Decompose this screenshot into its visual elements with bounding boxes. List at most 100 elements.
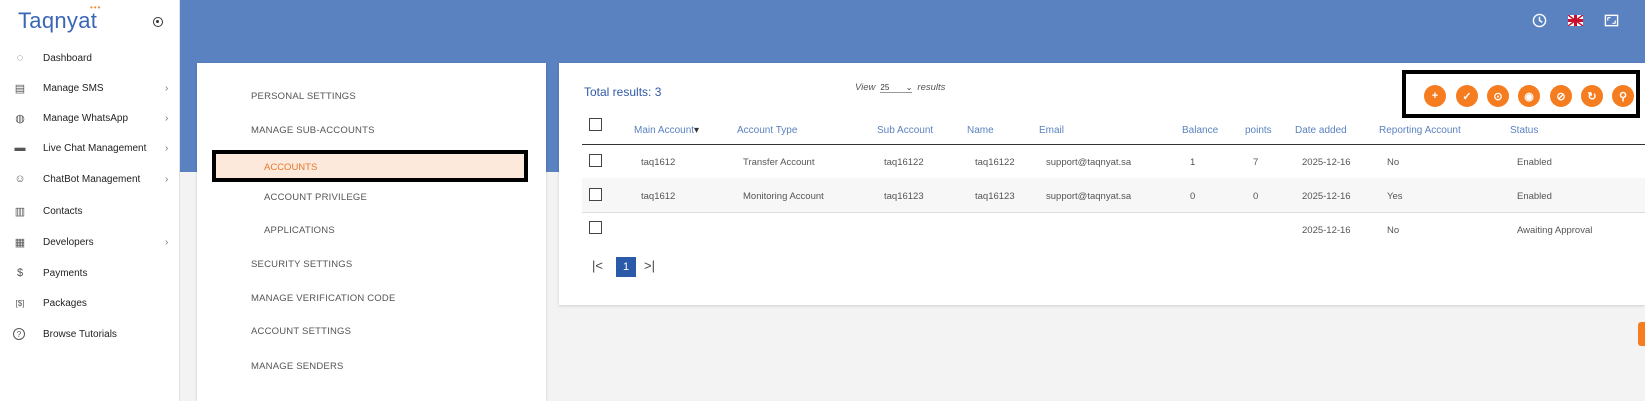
header-account-type[interactable]: Account Type xyxy=(737,125,797,136)
cell-status: Awaiting Approval xyxy=(1517,225,1593,236)
fullscreen-icon[interactable] xyxy=(1603,12,1619,28)
cell-name: taq16123 xyxy=(975,191,1015,202)
logo-dots: ••• xyxy=(90,3,102,12)
menu-verification-code[interactable]: MANAGE VERIFICATION CODE xyxy=(251,293,396,304)
cell-name: taq16122 xyxy=(975,157,1015,168)
cell-main-account: taq1612 xyxy=(641,157,676,168)
menu-accounts-active[interactable]: ACCOUNTS xyxy=(212,150,528,182)
chevron-right-icon: › xyxy=(165,142,169,154)
refresh-button[interactable]: ↻ xyxy=(1581,85,1603,107)
taqnyat-logo[interactable]: Taqnyat xyxy=(18,8,97,34)
last-page-button[interactable]: >| xyxy=(644,258,655,273)
pin-sidebar-icon[interactable] xyxy=(153,17,163,27)
page-1-button[interactable]: 1 xyxy=(616,257,636,277)
sidebar-item-label: Developers xyxy=(43,236,94,248)
developers-icon: ▦ xyxy=(14,236,26,249)
sidebar-item-chatbot[interactable]: ☺ ChatBot Management › xyxy=(0,168,180,190)
header-status[interactable]: Status xyxy=(1510,125,1538,136)
sidebar-item-label: Payments xyxy=(43,267,88,279)
dollar-icon: $ xyxy=(16,267,24,279)
header-name[interactable]: Name xyxy=(967,125,994,136)
header-points[interactable]: points xyxy=(1245,125,1272,136)
settings-panel xyxy=(197,63,546,401)
cell-sub-account: taq16122 xyxy=(884,157,924,168)
header-sub-account[interactable]: Sub Account xyxy=(877,125,933,136)
clock-icon[interactable] xyxy=(1531,12,1547,28)
menu-account-privilege[interactable]: ACCOUNT PRIVILEGE xyxy=(264,192,367,203)
refresh-icon: ↻ xyxy=(1587,90,1597,103)
menu-personal-settings[interactable]: PERSONAL SETTINGS xyxy=(251,91,356,102)
menu-account-settings[interactable]: ACCOUNT SETTINGS xyxy=(251,326,351,337)
sms-icon: ▤ xyxy=(14,82,26,95)
select-all-checkbox[interactable] xyxy=(589,118,602,131)
menu-accounts-label: ACCOUNTS xyxy=(264,162,318,173)
sidebar-item-packages[interactable]: [$] Packages xyxy=(0,292,180,314)
sidebar-item-contacts[interactable]: ▥ Contacts xyxy=(0,200,180,222)
packages-icon: [$] xyxy=(15,298,25,308)
whatsapp-icon: ◍ xyxy=(15,112,25,125)
show-button[interactable]: ◉ xyxy=(1518,85,1540,107)
action-toolbar: + ✓ ⊙ ◉ ⊘ ↻ ⚲ xyxy=(1402,70,1640,118)
cell-balance: 0 xyxy=(1190,191,1196,202)
sidebar-item-label: Packages xyxy=(43,297,87,309)
sidebar: Taqnyat ••• ◌ Dashboard ▤ Manage SMS › ◍… xyxy=(0,0,180,401)
add-button[interactable]: + xyxy=(1424,85,1446,107)
target-icon: ⊙ xyxy=(1493,90,1503,103)
header-reporting-account[interactable]: Reporting Account xyxy=(1379,125,1461,136)
cell-email: support@taqnyat.sa xyxy=(1046,191,1132,202)
header-balance[interactable]: Balance xyxy=(1182,125,1218,136)
cell-email: support@taqnyat.sa xyxy=(1046,157,1132,168)
row-checkbox[interactable] xyxy=(589,221,602,234)
approve-button[interactable]: ✓ xyxy=(1456,85,1478,107)
sidebar-item-manage-whatsapp[interactable]: ◍ Manage WhatsApp › xyxy=(0,107,180,129)
activate-button[interactable]: ⊙ xyxy=(1487,85,1509,107)
sidebar-item-label: Dashboard xyxy=(43,52,92,64)
menu-applications[interactable]: APPLICATIONS xyxy=(264,225,335,236)
header-main-account[interactable]: Main Account▾ xyxy=(634,125,699,136)
sidebar-item-label: Manage SMS xyxy=(43,82,104,94)
cell-sub-account: taq16123 xyxy=(884,191,924,202)
cell-date-added: 2025-12-16 xyxy=(1302,191,1351,202)
header-email[interactable]: Email xyxy=(1039,125,1064,136)
cell-date-added: 2025-12-16 xyxy=(1302,157,1351,168)
view-label: View xyxy=(855,82,876,93)
sidebar-item-dashboard[interactable]: ◌ Dashboard xyxy=(0,47,180,69)
side-tab[interactable] xyxy=(1638,322,1645,346)
sidebar-item-tutorials[interactable]: ? Browse Tutorials xyxy=(0,323,180,345)
cell-balance: 1 xyxy=(1190,157,1196,168)
cell-points: 0 xyxy=(1253,191,1259,202)
plus-icon: + xyxy=(1431,90,1439,102)
cell-status: Enabled xyxy=(1517,157,1552,168)
chevron-right-icon: › xyxy=(165,112,169,124)
header-divider xyxy=(582,144,1645,145)
cell-date-added: 2025-12-16 xyxy=(1302,225,1351,236)
menu-manage-sub-accounts[interactable]: MANAGE SUB-ACCOUNTS xyxy=(251,125,375,136)
first-page-button[interactable]: |< xyxy=(592,258,603,273)
sidebar-item-payments[interactable]: $ Payments xyxy=(0,262,180,284)
cell-reporting-account: No xyxy=(1387,225,1400,236)
row-checkbox[interactable] xyxy=(589,154,602,167)
sidebar-item-live-chat[interactable]: ▬ Live Chat Management › xyxy=(0,137,180,159)
cell-points: 7 xyxy=(1253,157,1259,168)
sidebar-item-manage-sms[interactable]: ▤ Manage SMS › xyxy=(0,77,180,99)
sidebar-item-label: Contacts xyxy=(43,205,83,217)
hide-button[interactable]: ⊘ xyxy=(1550,85,1572,107)
chevron-right-icon: › xyxy=(165,82,169,94)
page-size-select[interactable]: 25 ⌄ xyxy=(880,82,913,93)
chat-icon: ▬ xyxy=(14,142,26,154)
chevron-right-icon: › xyxy=(165,173,169,185)
header-label: Main Account xyxy=(634,125,695,136)
menu-manage-senders[interactable]: MANAGE SENDERS xyxy=(251,361,344,372)
uk-flag-icon[interactable] xyxy=(1567,12,1583,28)
sidebar-item-developers[interactable]: ▦ Developers › xyxy=(0,231,180,253)
search-button[interactable]: ⚲ xyxy=(1612,85,1634,107)
results-label: results xyxy=(917,82,946,93)
sidebar-item-label: Manage WhatsApp xyxy=(43,112,129,124)
page-size-value: 25 xyxy=(880,82,890,92)
header-date-added[interactable]: Date added xyxy=(1295,125,1347,136)
row-checkbox[interactable] xyxy=(589,188,602,201)
contacts-icon: ▥ xyxy=(14,205,26,218)
menu-security-settings[interactable]: SECURITY SETTINGS xyxy=(251,259,352,270)
check-icon: ✓ xyxy=(1462,90,1472,103)
sidebar-item-label: Browse Tutorials xyxy=(43,328,117,340)
